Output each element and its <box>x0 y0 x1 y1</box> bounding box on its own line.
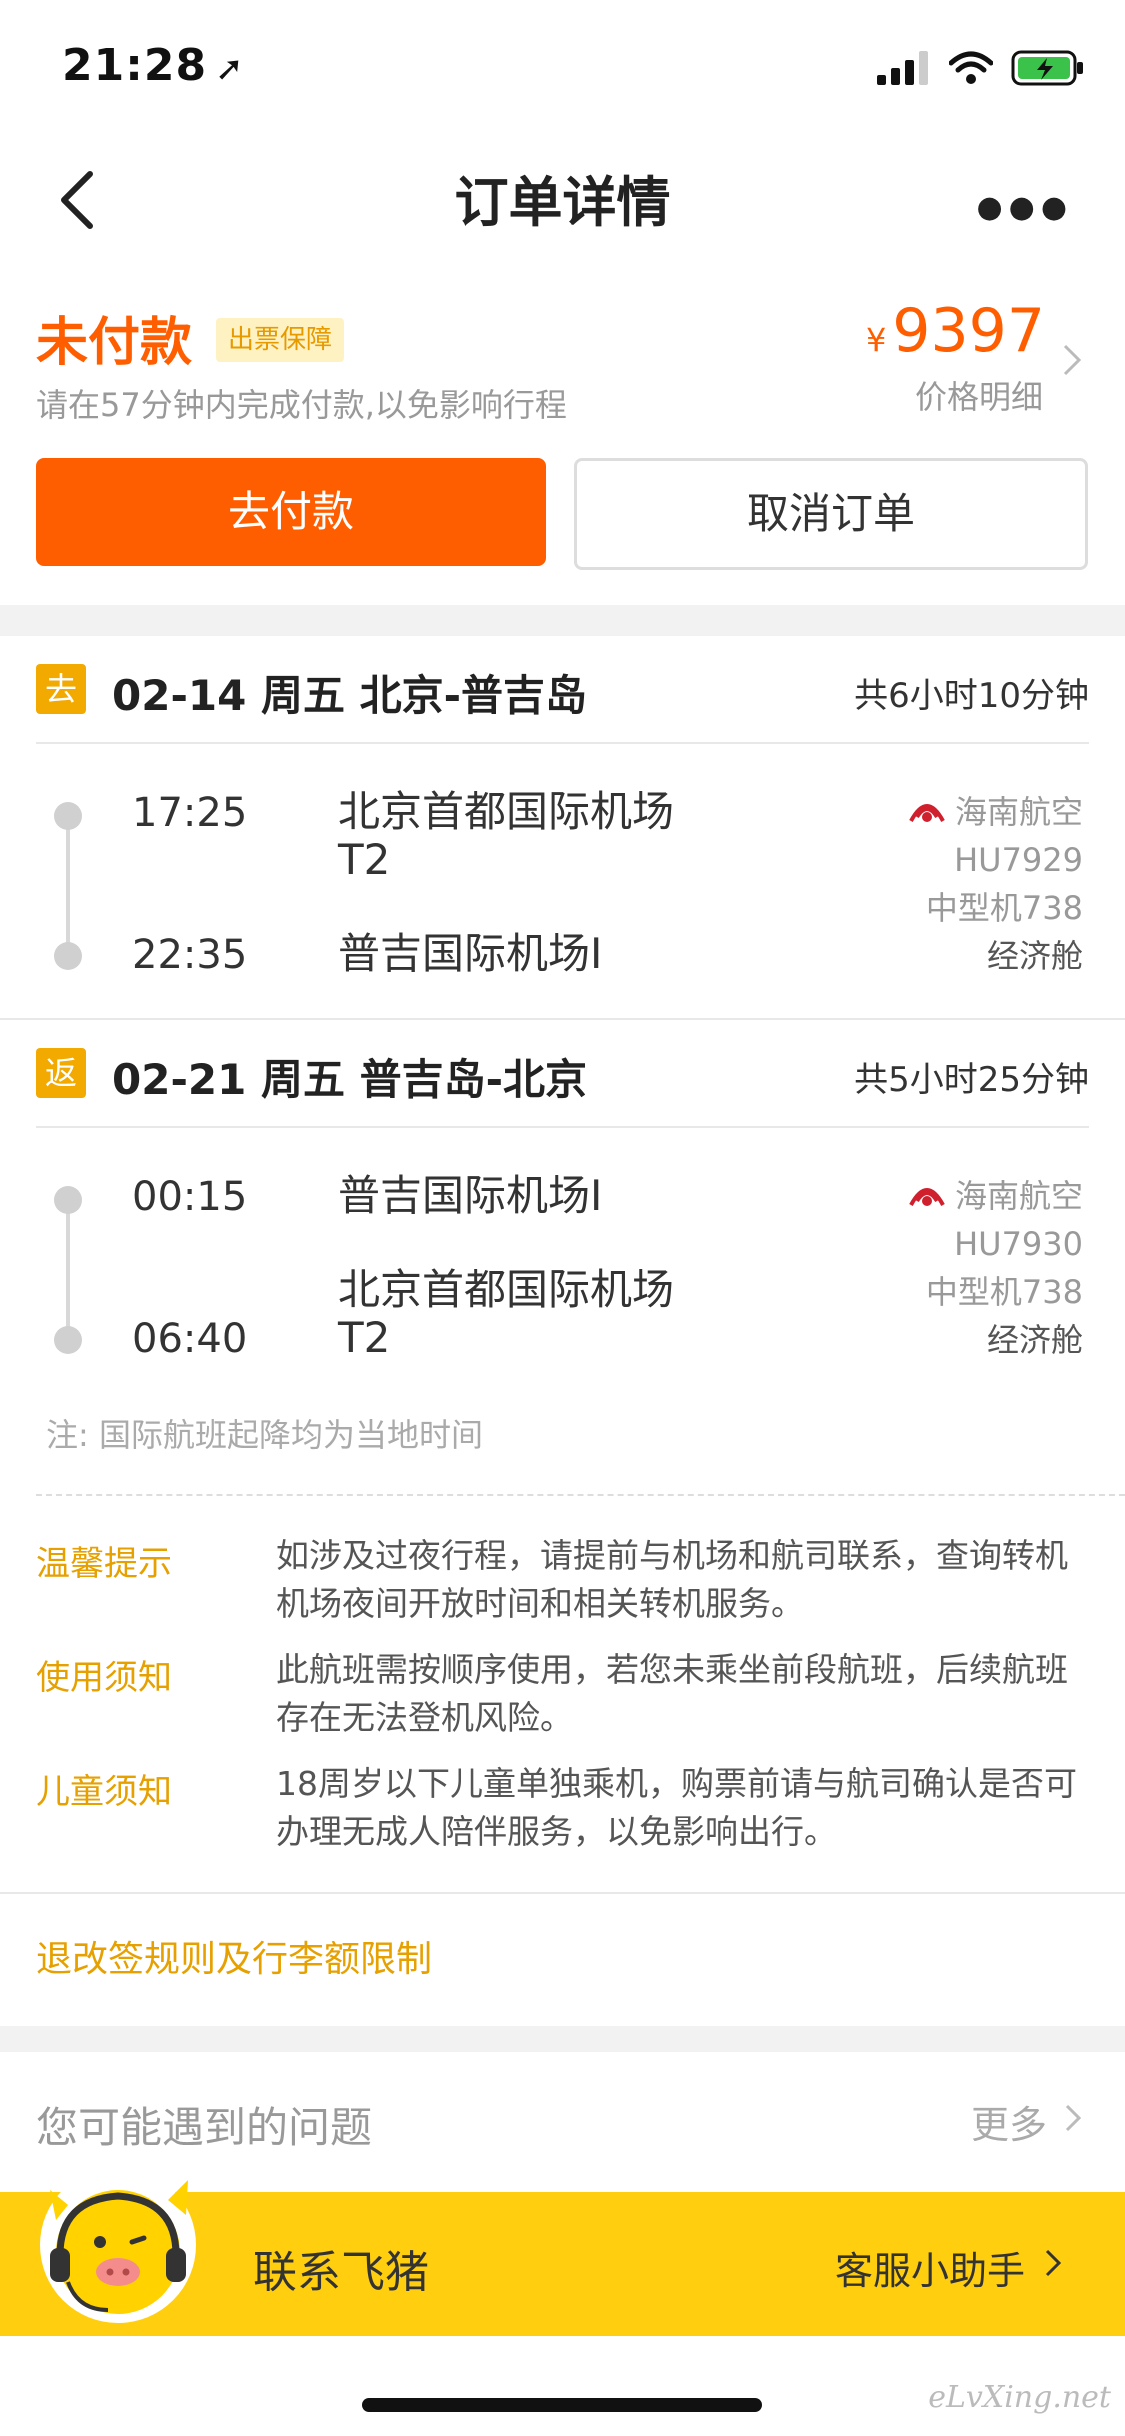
airport-name: 北京首都国际机场 <box>338 787 675 836</box>
flight-number: HU7929 <box>954 841 1083 879</box>
flight-info: 海南航空 HU7929 中型机738 经济舱 <box>907 788 1083 980</box>
aircraft-type: 中型机738 <box>925 889 1083 927</box>
hainan-airlines-logo-icon <box>909 804 945 822</box>
status-time: 21:28 ➚ <box>62 40 245 91</box>
airline: 海南航空 <box>907 1172 1083 1220</box>
arrival-time: 06:40 <box>132 1316 248 1362</box>
customer-service-link[interactable]: 客服小助手 <box>835 2240 1025 2295</box>
timeline-dot <box>54 1186 82 1214</box>
flight-info: 海南航空 HU7930 中型机738 经济舱 <box>907 1172 1083 1364</box>
tip-text: 此航班需按顺序使用，若您未乘坐前段航班，后续航班存在无法登机风险。 <box>276 1650 1068 1737</box>
tip-text: 如涉及过夜行程，请提前与机场和航司联系，查询转机机场夜间开放时间和相关转机服务。 <box>276 1536 1068 1623</box>
refund-baggage-rules-link[interactable]: 退改签规则及行李额限制 <box>36 1930 432 1982</box>
segment-tag-return: 返 <box>36 1048 86 1098</box>
tip-label: 温馨提示 <box>36 1544 172 1584</box>
airline: 海南航空 <box>907 788 1083 836</box>
tip-text: 18周岁以下儿童单独乘机，购票前请与航司确认是否可办理无成人陪伴服务，以免影响出… <box>276 1764 1077 1851</box>
departure-time: 00:15 <box>132 1174 248 1220</box>
terminal: T2 <box>338 1313 391 1362</box>
price-detail-link[interactable]: 价格明细 <box>915 372 1043 418</box>
cabin-class: 经济舱 <box>986 1321 1083 1359</box>
segment-duration: 共6小时10分钟 <box>854 676 1089 716</box>
segment-title: 02-14 周五 北京-普吉岛 <box>112 671 588 720</box>
tip-label: 儿童须知 <box>36 1772 172 1812</box>
airline-name: 海南航空 <box>954 793 1083 831</box>
battery-icon <box>1011 50 1083 86</box>
aircraft-type: 中型机738 <box>925 1273 1083 1311</box>
page-title: 订单详情 <box>454 171 671 234</box>
faq-more-link[interactable]: 更多 <box>971 2094 1047 2149</box>
signal-icon <box>877 51 928 85</box>
fliggy-mascot-avatar[interactable] <box>38 2160 198 2330</box>
guarantee-badge: 出票保障 <box>216 318 345 362</box>
terminal: T2 <box>338 835 391 884</box>
home-indicator[interactable] <box>362 2398 762 2412</box>
timeline-line <box>66 1200 70 1340</box>
divider <box>0 1892 1125 1894</box>
arrival-airport: 普吉国际机场I <box>338 929 603 978</box>
price[interactable]: ¥9397 <box>866 296 1045 366</box>
departure-airport: 普吉国际机场I <box>338 1171 603 1220</box>
flight-number: HU7930 <box>954 1225 1083 1263</box>
departure-time: 17:25 <box>132 790 248 836</box>
wifi-icon <box>949 51 993 84</box>
contact-label[interactable]: 联系飞猪 <box>253 2236 429 2300</box>
status-icons <box>877 50 1085 86</box>
watermark: eLvXing.net <box>928 2380 1111 2415</box>
pay-hint: 请在57分钟内完成付款,以免影响行程 <box>36 386 567 424</box>
timezone-note: 注: 国际航班起降均为当地时间 <box>46 1416 483 1454</box>
airline-name: 海南航空 <box>954 1177 1083 1215</box>
chevron-right-icon[interactable] <box>1057 340 1087 380</box>
tip-label: 使用须知 <box>36 1658 172 1698</box>
segment-tag-outbound: 去 <box>36 664 86 714</box>
pay-button[interactable]: 去付款 <box>36 458 546 566</box>
location-arrow-icon: ➚ <box>215 49 245 89</box>
segment-duration: 共5小时25分钟 <box>854 1060 1089 1100</box>
more-icon[interactable]: ●●● <box>976 190 1073 225</box>
timeline-dot <box>54 802 82 830</box>
divider <box>36 1126 1089 1128</box>
departure-airport: 北京首都国际机场 T2 <box>338 788 674 884</box>
timeline-dot <box>54 1326 82 1354</box>
segment-title: 02-21 周五 普吉岛-北京 <box>112 1055 588 1104</box>
arrival-time: 22:35 <box>132 932 248 978</box>
faq-title: 您可能遇到的问题 <box>36 2103 373 2152</box>
timeline-dot <box>54 942 82 970</box>
cabin-class: 经济舱 <box>986 937 1083 975</box>
cancel-order-button[interactable]: 取消订单 <box>574 458 1088 570</box>
currency-symbol: ¥ <box>865 321 887 359</box>
order-status: 未付款 <box>36 313 193 373</box>
hainan-airlines-logo-icon <box>909 1188 945 1206</box>
chevron-right-icon[interactable] <box>1041 2245 1065 2281</box>
timeline-line <box>66 816 70 956</box>
price-value: 9397 <box>892 296 1045 366</box>
airport-name: 北京首都国际机场 <box>338 1265 675 1314</box>
dashed-divider <box>36 1494 1125 1496</box>
divider <box>0 1018 1125 1020</box>
arrival-airport: 北京首都国际机场 T2 <box>338 1266 674 1362</box>
divider <box>36 742 1089 744</box>
chevron-right-icon[interactable] <box>1061 2100 1085 2136</box>
